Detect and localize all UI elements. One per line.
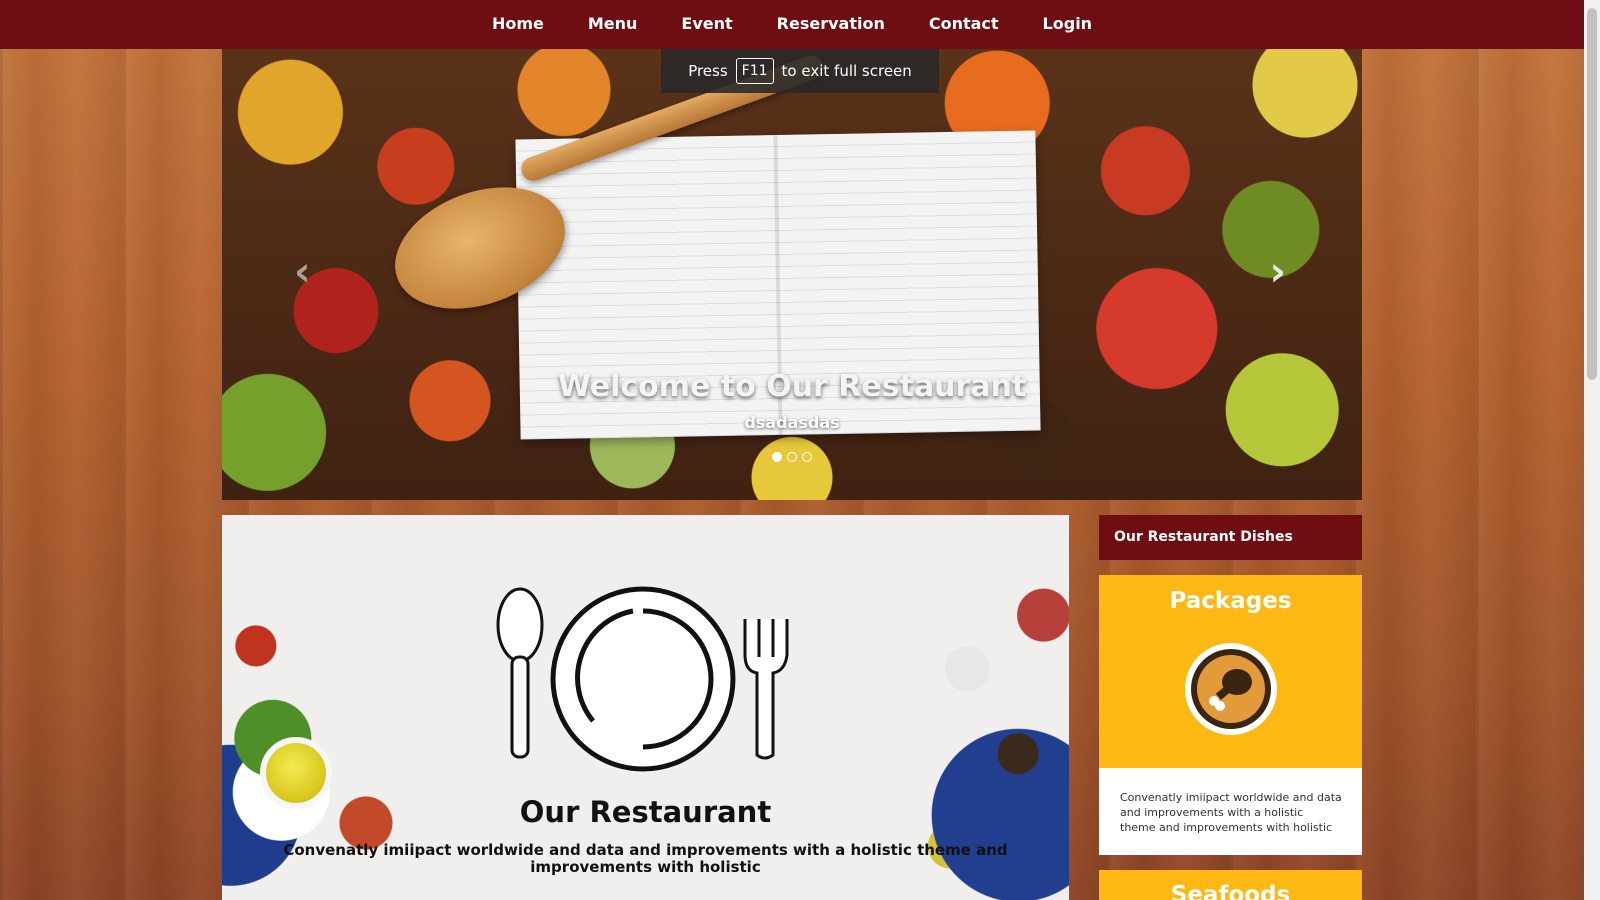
- f11-key-badge: F11: [735, 58, 774, 84]
- restaurant-title: Our Restaurant: [519, 795, 772, 829]
- seafoods-card[interactable]: Seafoods: [1099, 870, 1362, 900]
- carousel-next-chevron-right-icon[interactable]: ›: [1270, 249, 1286, 295]
- packages-card-header: Packages: [1099, 575, 1362, 768]
- dishes-sidebar-header: Our Restaurant Dishes: [1099, 515, 1362, 560]
- drumstick-glyph: [1209, 669, 1252, 711]
- top-navbar: Home Menu Event Reservation Contact Logi…: [0, 0, 1584, 49]
- fullscreen-notice-suffix: to exit full screen: [781, 62, 912, 80]
- restaurant-intro-panel: Our Restaurant Convenatly imiipact world…: [222, 515, 1069, 900]
- carousel-dot-1[interactable]: [772, 452, 782, 462]
- chicken-leg-icon: [1185, 643, 1277, 735]
- nav-event[interactable]: Event: [659, 0, 754, 49]
- packages-card-title: Packages: [1169, 588, 1292, 614]
- nav-contact[interactable]: Contact: [907, 0, 1021, 49]
- seafoods-card-title: Seafoods: [1170, 882, 1291, 900]
- hero-title: Welcome to Our Restaurant: [557, 369, 1027, 404]
- fullscreen-notice-prefix: Press: [688, 62, 728, 80]
- nav-menu[interactable]: Menu: [566, 0, 660, 49]
- hero-carousel: ‹ › Welcome to Our Restaurant dsadasdas: [222, 49, 1362, 500]
- nav-home[interactable]: Home: [470, 0, 566, 49]
- plate-fork-spoon-icon: [496, 586, 789, 772]
- scrollbar-thumb[interactable]: [1587, 8, 1597, 380]
- packages-card[interactable]: Packages Convenatly imiipact worldwide a…: [1099, 575, 1362, 855]
- carousel-indicators: [222, 452, 1362, 462]
- fullscreen-notice: Press F11 to exit full screen: [661, 49, 939, 93]
- carousel-dot-2[interactable]: [787, 452, 797, 462]
- nav-reservation[interactable]: Reservation: [755, 0, 907, 49]
- nav-login[interactable]: Login: [1021, 0, 1115, 49]
- restaurant-description: Convenatly imiipact worldwide and data a…: [283, 841, 1008, 876]
- carousel-prev-chevron-left-icon[interactable]: ‹: [294, 249, 310, 295]
- packages-card-text: Convenatly imiipact worldwide and data a…: [1120, 791, 1342, 834]
- carousel-dot-3[interactable]: [802, 452, 812, 462]
- page-scrollbar[interactable]: [1584, 0, 1600, 900]
- hero-subtitle: dsadasdas: [744, 413, 840, 432]
